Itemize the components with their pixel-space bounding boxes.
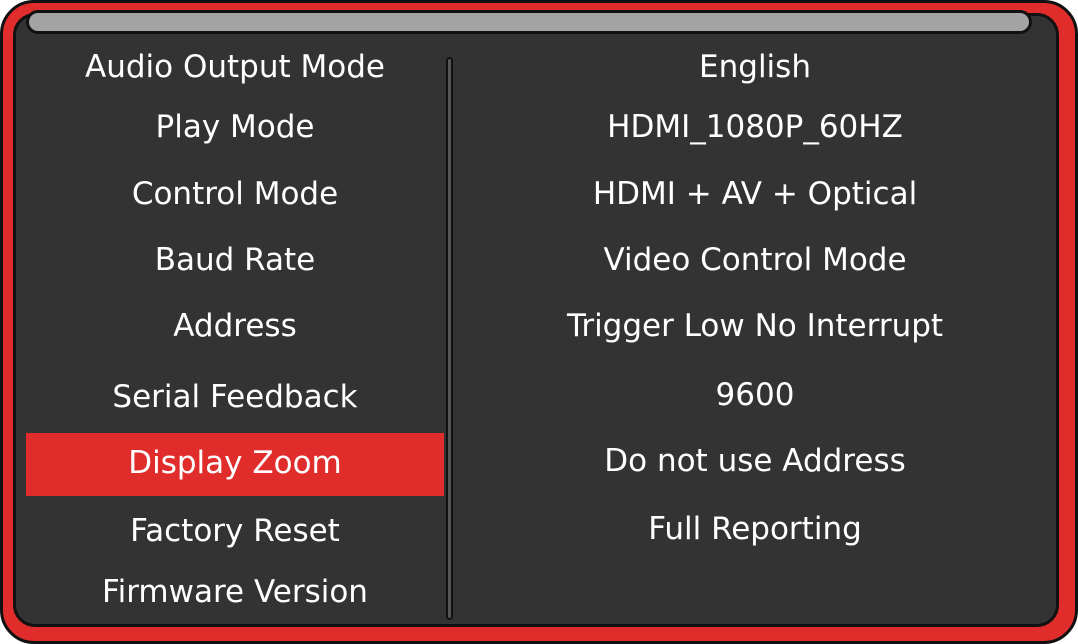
menu-item-address[interactable]: Address bbox=[26, 306, 444, 346]
value-baud-rate: 9600 bbox=[715, 377, 795, 413]
menu-item-factory-reset[interactable]: Factory Reset bbox=[26, 511, 444, 551]
menu-item-serial-feedback[interactable]: Serial Feedback bbox=[26, 377, 444, 417]
value-serial-feedback: Full Reporting bbox=[648, 511, 862, 547]
menu-item-play-mode[interactable]: Play Mode bbox=[26, 107, 444, 147]
value-control-mode: Video Control Mode bbox=[603, 242, 907, 278]
column-divider bbox=[446, 57, 453, 620]
value-audio-output: HDMI + AV + Optical bbox=[592, 176, 918, 212]
menu-item-baud-rate[interactable]: Baud Rate bbox=[26, 240, 444, 280]
menu-item-audio-output-mode[interactable]: Audio Output Mode bbox=[26, 47, 444, 87]
value-address: Do not use Address bbox=[604, 443, 906, 479]
top-scrollbar[interactable] bbox=[26, 10, 1032, 34]
menu-item-display-zoom[interactable]: Display Zoom bbox=[26, 443, 444, 483]
value-english: English bbox=[699, 49, 811, 85]
menu-item-control-mode[interactable]: Control Mode bbox=[26, 174, 444, 214]
menu-item-firmware-version[interactable]: Firmware Version bbox=[26, 572, 444, 612]
value-hdmi-resolution: HDMI_1080P_60HZ bbox=[607, 109, 903, 145]
value-trigger-mode: Trigger Low No Interrupt bbox=[566, 308, 944, 344]
